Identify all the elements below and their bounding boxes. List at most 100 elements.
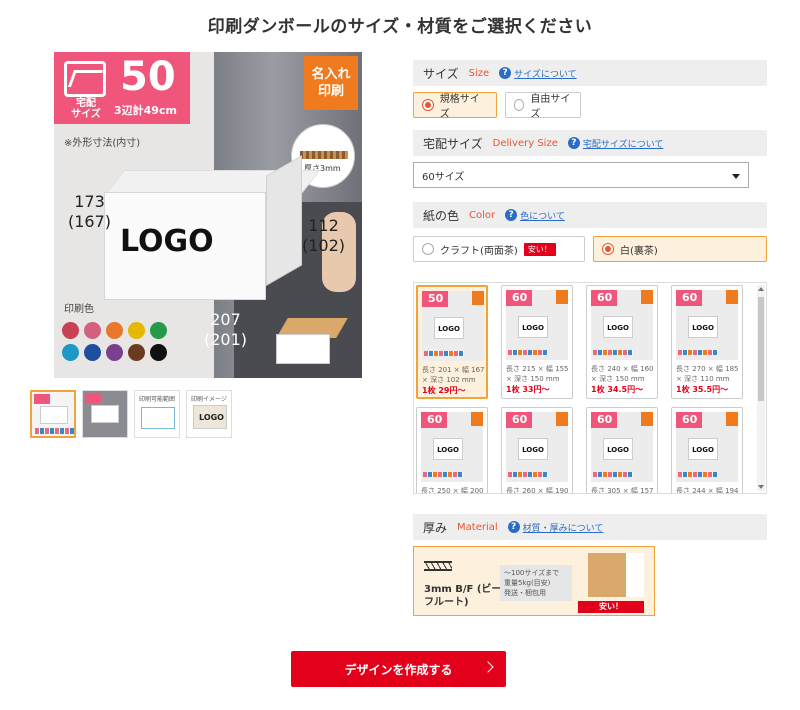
product-price: 1枚 33円〜 (506, 385, 550, 394)
product-colors (593, 350, 633, 355)
delivery-help-link[interactable]: ? 宅配サイズについて (567, 137, 663, 150)
dimension-width-outer: 207 (210, 310, 241, 329)
product-size-badge: 60 (591, 290, 617, 306)
product-image: 60 LOGO (591, 290, 653, 360)
product-colors (678, 350, 718, 355)
size-section-title-en: Size (468, 67, 490, 79)
dimension-depth-inner: (102) (302, 236, 346, 255)
product-price: 1枚 35.5円〜 (676, 385, 729, 394)
color-swatch (62, 322, 79, 339)
print-badge (471, 412, 483, 426)
color-swatch (106, 322, 123, 339)
cardboard-edge-icon (300, 151, 348, 159)
gallery-prev-arrow-icon[interactable]: ‹ (16, 202, 42, 228)
product-card[interactable]: 50 LOGO 長さ 201 × 幅 167 × 深さ 102 mm 1枚 29円〜 (416, 285, 488, 399)
material-section-title: 厚み (423, 520, 448, 535)
color-swatch (128, 344, 145, 361)
gallery-thumbnails: 印刷可能範囲 印刷イメージ LOGO (30, 390, 232, 438)
print-badge (641, 290, 653, 304)
thumbnail-colors (35, 428, 74, 434)
delivery-section-title-en: Delivery Size (492, 137, 558, 149)
scroll-down-icon[interactable] (758, 485, 764, 489)
dimension-width: 207 (201) (204, 310, 247, 350)
radio-icon (602, 243, 614, 255)
thumbnail-3[interactable]: 印刷可能範囲 (134, 390, 180, 438)
product-price: 1枚 29円〜 (422, 386, 466, 395)
dimension-height-inner: (167) (68, 212, 112, 231)
color-help-link[interactable]: ? 色について (505, 209, 565, 222)
gallery-next-arrow-icon[interactable]: › (374, 202, 400, 228)
color-swatch (84, 322, 101, 339)
size-badge-sub: 3辺計49cm (114, 104, 177, 117)
box-icon (64, 61, 106, 97)
product-image: 60 LOGO (421, 412, 483, 482)
color-option-label: クラフト(両面茶) (440, 245, 518, 257)
product-size-badge: 60 (591, 412, 617, 428)
thumbnail-1[interactable] (30, 390, 76, 438)
product-dimensions: 長さ 244 × 幅 194 (676, 487, 739, 494)
create-design-label: デザインを作成する (344, 662, 453, 677)
product-card[interactable]: 60 LOGO 長さ 244 × 幅 194 (671, 407, 743, 494)
material-help-link[interactable]: ? 材質・厚みについて (507, 521, 604, 534)
question-icon: ? (499, 67, 512, 79)
thumbnail-4[interactable]: 印刷イメージ LOGO (186, 390, 232, 438)
delivery-size-select[interactable]: 60サイズ (413, 162, 749, 188)
product-dimensions: 長さ 201 × 幅 167 × 深さ 102 mm (422, 366, 485, 384)
size-section-header: サイズ Size ? サイズについて (413, 60, 767, 86)
product-logo: LOGO (518, 438, 548, 460)
question-icon: ? (507, 521, 520, 533)
product-size-badge: 60 (676, 290, 702, 306)
dimension-height-outer: 173 (74, 192, 105, 211)
color-swatch (84, 344, 101, 361)
product-logo: LOGO (603, 316, 633, 338)
product-card[interactable]: 60 LOGO 長さ 240 × 幅 160 × 深さ 150 mm 1枚 34.5円… (586, 285, 658, 399)
page-title: 印刷ダンボールのサイズ・材質をご選択ください (207, 17, 593, 37)
thumbnail-box (141, 407, 175, 429)
sale-badge: 安い！ (578, 601, 644, 613)
material-name: 3mm B/F (ビーフルート) (424, 584, 502, 608)
chevron-right-icon (482, 661, 494, 673)
question-icon: ? (567, 137, 580, 149)
dimension-depth: 112 (102) (302, 216, 345, 256)
size-option-custom[interactable]: 自由サイズ (505, 92, 581, 120)
product-main-image: 宅配 サイズ 50 3辺計49cm 名入れ 印刷 ※外形寸法(内寸) 厚さ3mm… (54, 52, 362, 378)
sale-badge: 安い！ (523, 242, 556, 256)
color-option-kraft[interactable]: クラフト(両面茶) 安い！ (413, 236, 585, 262)
product-price: 1枚 34.5円〜 (591, 385, 644, 394)
color-swatch (62, 344, 79, 361)
size-help-link[interactable]: ? サイズについて (499, 67, 577, 80)
scrollbar-thumb[interactable] (758, 297, 764, 401)
product-logo: LOGO (603, 438, 633, 460)
size-badge: 宅配 サイズ 50 3辺計49cm (54, 52, 190, 124)
product-card[interactable]: 60 LOGO 長さ 215 × 幅 155 × 深さ 150 mm 1枚 33円〜 (501, 285, 573, 399)
size-help-text: サイズについて (514, 69, 577, 80)
product-logo: LOGO (434, 317, 464, 339)
create-design-button[interactable]: デザインを作成する (291, 651, 506, 687)
radio-icon (422, 243, 434, 255)
scroll-up-icon[interactable] (758, 287, 764, 291)
product-colors (424, 351, 464, 356)
color-swatch (150, 344, 167, 361)
chevron-down-icon (732, 174, 740, 179)
product-card[interactable]: 60 LOGO 長さ 260 × 幅 190 (501, 407, 573, 494)
print-badge (556, 290, 568, 304)
product-card[interactable]: 60 LOGO 長さ 250 × 幅 200 (416, 407, 488, 493)
product-image: 50 LOGO (422, 291, 484, 361)
thumbnail-2[interactable] (82, 390, 128, 438)
product-dimensions: 長さ 260 × 幅 190 (506, 487, 569, 494)
thumbnail-caption: 印刷可能範囲 (139, 396, 176, 403)
product-logo: LOGO (688, 438, 718, 460)
material-help-text: 材質・厚みについて (522, 523, 604, 534)
color-swatch (128, 322, 145, 339)
product-dimensions: 長さ 240 × 幅 160 × 深さ 150 mm (591, 365, 654, 383)
product-size-badge: 60 (676, 412, 702, 428)
product-card[interactable]: 60 LOGO 長さ 270 × 幅 185 × 深さ 110 mm 1枚 35.5円… (671, 285, 743, 399)
size-section-title: サイズ (423, 66, 459, 81)
color-option-white[interactable]: 白(裏茶) (593, 236, 767, 262)
size-option-standard[interactable]: 規格サイズ (413, 92, 497, 120)
material-section-title-en: Material (457, 521, 498, 533)
product-card[interactable]: 60 LOGO 長さ 305 × 幅 157 (586, 407, 658, 493)
grid-scrollbar[interactable] (757, 285, 765, 491)
thumbnail-badge (85, 393, 101, 403)
material-option-bf[interactable]: 3mm B/F (ビーフルート) 〜100サイズまで 重量5kg(目安) 発送・… (413, 546, 655, 616)
